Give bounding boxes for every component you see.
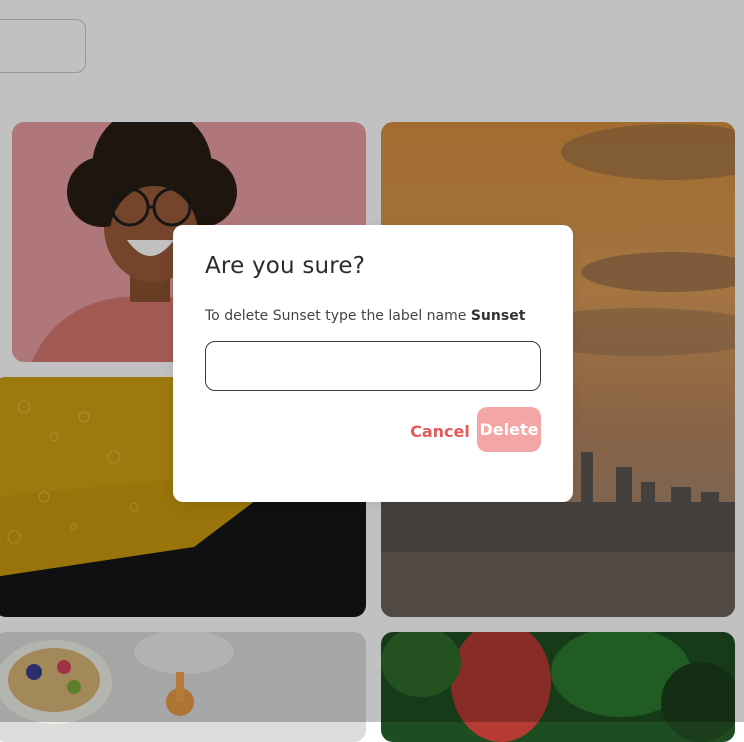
confirm-delete-dialog: Are you sure? To delete Sunset type the … <box>173 225 573 502</box>
page: Are you sure? To delete Sunset type the … <box>0 0 744 742</box>
dialog-description: To delete Sunset type the label name Sun… <box>205 308 525 324</box>
dialog-label-name: Sunset <box>470 308 526 324</box>
dialog-title: Are you sure? <box>205 253 366 279</box>
cancel-button[interactable]: Cancel <box>405 409 475 453</box>
delete-button[interactable]: Delete <box>477 407 541 452</box>
label-name-input[interactable] <box>205 341 541 391</box>
dialog-description-text: To delete Sunset type the label name <box>205 308 471 324</box>
